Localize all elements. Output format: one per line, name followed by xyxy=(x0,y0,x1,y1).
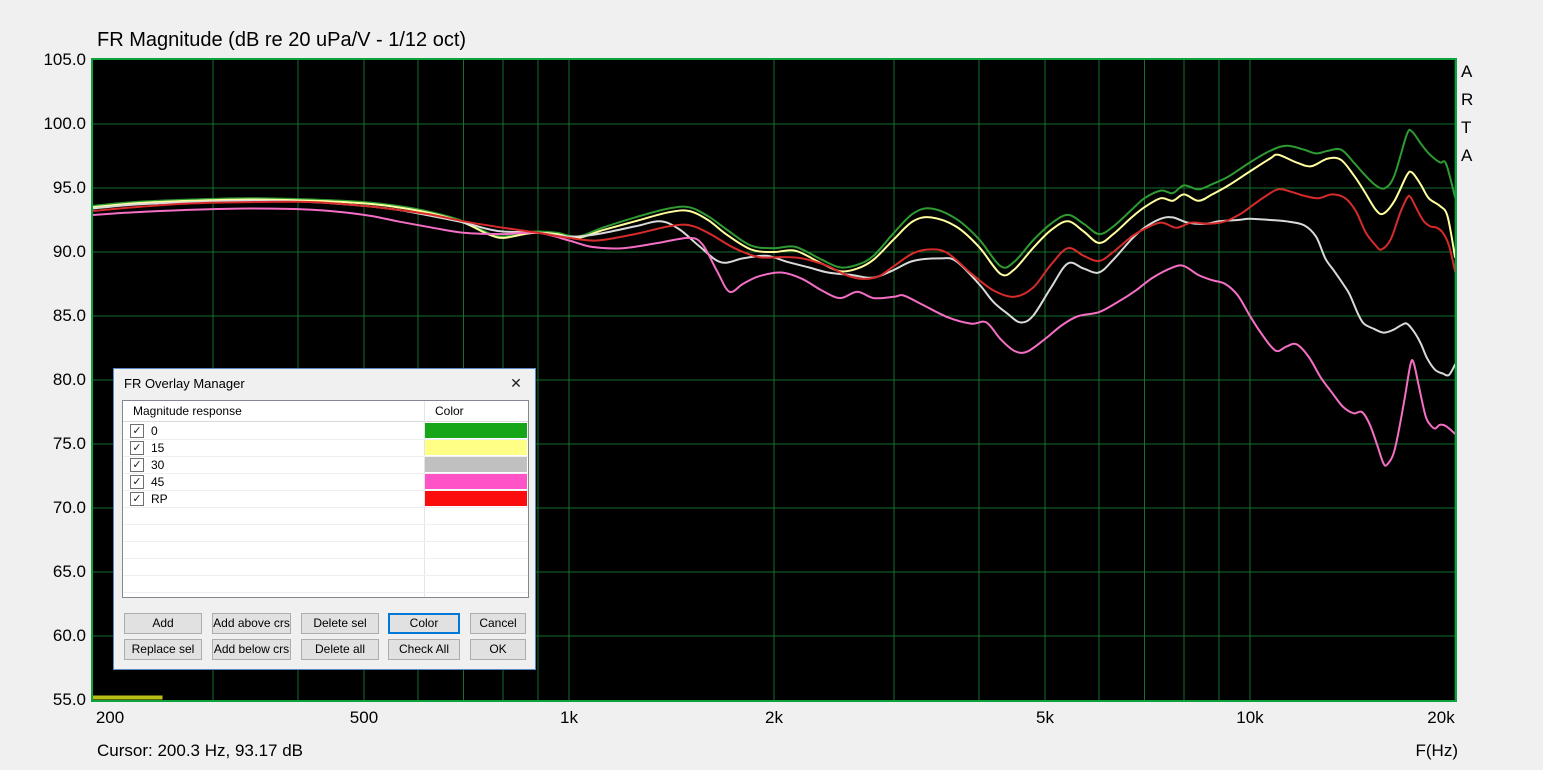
y-tick-label: 85.0 xyxy=(52,306,86,325)
color-swatch-45[interactable] xyxy=(425,474,527,489)
add-above-crs-button[interactable]: Add above crs xyxy=(212,613,291,634)
overlay-row-empty xyxy=(123,575,528,593)
close-icon[interactable]: ✕ xyxy=(506,373,526,393)
y-tick-label: 60.0 xyxy=(52,626,86,645)
delete-sel-button[interactable]: Delete sel xyxy=(301,613,379,634)
column-header-color: Color xyxy=(435,404,464,418)
x-axis-unit-label: F(Hz) xyxy=(1415,741,1458,760)
delete-all-button[interactable]: Delete all xyxy=(301,639,379,660)
overlay-list[interactable]: Magnitude response Color ✓ 0 ✓ 15 ✓ 30 ✓ 45 ✓ RP xyxy=(122,400,529,598)
add-button[interactable]: Add xyxy=(124,613,202,634)
dialog-title: FR Overlay Manager xyxy=(124,376,245,391)
y-tick-label: 55.0 xyxy=(52,690,86,709)
brand-letter: A xyxy=(1461,146,1473,165)
overlay-row-empty xyxy=(123,541,528,559)
y-tick-label: 65.0 xyxy=(52,562,86,581)
overlay-checkbox-15[interactable]: ✓ xyxy=(130,441,144,455)
overlay-row-45[interactable]: ✓ 45 xyxy=(123,473,528,491)
replace-sel-button[interactable]: Replace sel xyxy=(124,639,202,660)
overlay-row-empty xyxy=(123,524,528,542)
color-swatch-30[interactable] xyxy=(425,457,527,472)
y-tick-label: 80.0 xyxy=(52,370,86,389)
ok-button[interactable]: OK xyxy=(470,639,526,660)
overlay-row-15[interactable]: ✓ 15 xyxy=(123,439,528,457)
overlay-row-RP[interactable]: ✓ RP xyxy=(123,490,528,508)
fr-overlay-manager-dialog[interactable]: FR Overlay Manager ✕ Magnitude response … xyxy=(113,368,536,670)
overlay-row-empty xyxy=(123,558,528,576)
x-tick-label: 500 xyxy=(349,708,379,727)
overlay-checkbox-30[interactable]: ✓ xyxy=(130,458,144,472)
brand-letter: A xyxy=(1461,62,1473,81)
x-tick-label: 20k xyxy=(1427,708,1455,727)
overlay-checkbox-0[interactable]: ✓ xyxy=(130,424,144,438)
y-tick-label: 105.0 xyxy=(43,50,86,69)
overlay-row-30[interactable]: ✓ 30 xyxy=(123,456,528,474)
x-tick-label: 10k xyxy=(1236,708,1264,727)
brand-letter: R xyxy=(1461,90,1474,109)
plot-title: FR Magnitude (dB re 20 uPa/V - 1/12 oct) xyxy=(97,29,467,51)
y-tick-label: 100.0 xyxy=(43,114,86,133)
overlay-checkbox-RP[interactable]: ✓ xyxy=(130,492,144,506)
overlay-label: 15 xyxy=(151,441,165,455)
x-tick-label: 1k xyxy=(560,708,578,727)
color-button[interactable]: Color xyxy=(388,613,460,634)
cursor-readout: Cursor: 200.3 Hz, 93.17 dB xyxy=(97,741,304,760)
overlay-row-0[interactable]: ✓ 0 xyxy=(123,422,528,440)
check-all-button[interactable]: Check All xyxy=(388,639,460,660)
overlay-checkbox-45[interactable]: ✓ xyxy=(130,475,144,489)
column-header-magnitude-response: Magnitude response xyxy=(133,404,242,418)
brand-letter: T xyxy=(1461,118,1472,137)
x-tick-label: 5k xyxy=(1036,708,1054,727)
y-tick-label: 90.0 xyxy=(52,242,86,261)
overlay-label: 30 xyxy=(151,458,165,472)
overlay-label: RP xyxy=(151,492,168,506)
color-swatch-0[interactable] xyxy=(425,423,527,438)
overlay-list-header: Magnitude response Color xyxy=(123,401,528,422)
color-swatch-15[interactable] xyxy=(425,440,527,455)
arta-fr-window: FR Magnitude (dB re 20 uPa/V - 1/12 oct)… xyxy=(0,0,1543,770)
overlay-row-empty xyxy=(123,507,528,525)
x-tick-label: 2k xyxy=(765,708,783,727)
cancel-button[interactable]: Cancel xyxy=(470,613,526,634)
overlay-row-empty xyxy=(123,592,528,597)
add-below-crs-button[interactable]: Add below crs xyxy=(212,639,291,660)
y-tick-label: 75.0 xyxy=(52,434,86,453)
y-tick-label: 95.0 xyxy=(52,178,86,197)
overlay-label: 0 xyxy=(151,424,158,438)
y-tick-label: 70.0 xyxy=(52,498,86,517)
overlay-label: 45 xyxy=(151,475,165,489)
x-tick-label: 200 xyxy=(95,708,125,727)
color-swatch-RP[interactable] xyxy=(425,491,527,506)
